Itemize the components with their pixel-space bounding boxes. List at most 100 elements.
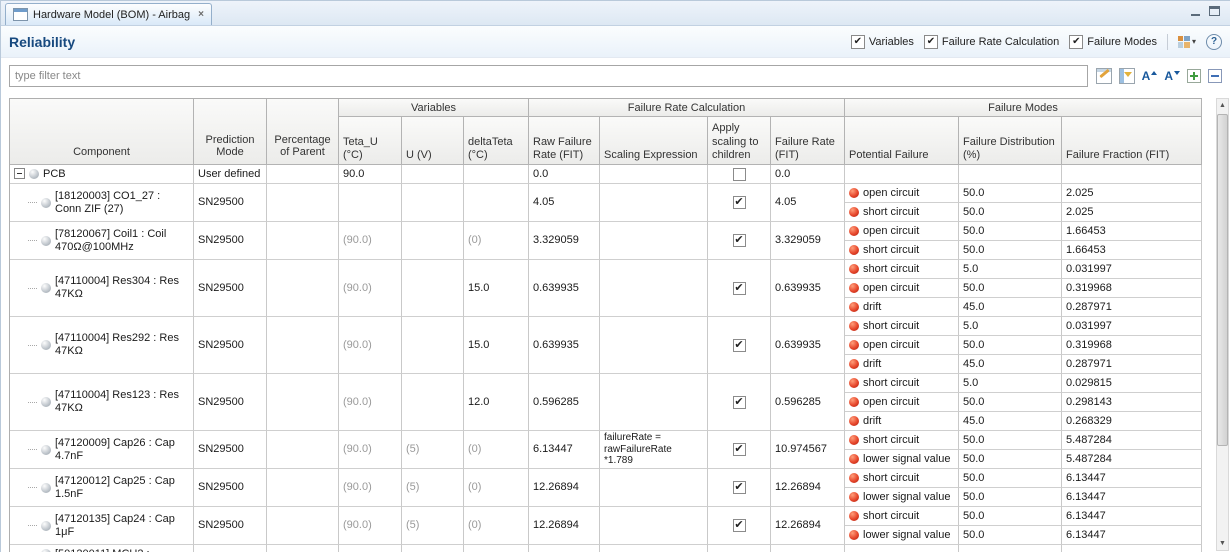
variables-checkbox[interactable]: ✔ — [851, 35, 865, 49]
failure-mode-row[interactable]: drift45.00.287971 — [845, 355, 1202, 374]
prediction-mode-cell[interactable]: User defined — [194, 165, 267, 184]
potential-failure-cell[interactable] — [845, 165, 959, 184]
toggle-failure-modes[interactable]: ✔ Failure Modes — [1069, 35, 1157, 49]
u-cell[interactable] — [402, 165, 464, 184]
component-cell[interactable]: [78120067] Coil1 : Coil 470Ω@100MHz — [10, 222, 194, 260]
failure-rate-cell[interactable]: 3.329059 — [771, 222, 845, 260]
failure-distribution-cell[interactable]: 50.0 — [959, 488, 1062, 507]
table-row[interactable]: [47120135] Cap24 : Cap 1μFSN29500 (90.0)(… — [10, 507, 1202, 545]
apply-scaling-cell[interactable]: ✔ — [708, 184, 771, 222]
failure-distribution-cell[interactable]: 50.0 — [959, 450, 1062, 469]
failure-fraction-cell[interactable]: 0.319968 — [1062, 336, 1202, 355]
apply-scaling-cell[interactable]: ✔ — [708, 507, 771, 545]
u-cell[interactable] — [402, 260, 464, 317]
raw-failure-rate-cell[interactable]: 12.26894 — [529, 507, 600, 545]
failure-distribution-cell[interactable]: 50.0 — [959, 279, 1062, 298]
table-row[interactable]: [47120012] Cap25 : Cap 1.5nFSN29500(90.0… — [10, 469, 1202, 507]
expand-all-icon[interactable] — [1187, 69, 1201, 83]
raw-failure-rate-cell[interactable]: 0.596285 — [529, 374, 600, 431]
failure-distribution-cell[interactable]: 50.0 — [959, 393, 1062, 412]
teta-u-cell[interactable]: (90.0) — [339, 507, 402, 545]
apply-scaling-checkbox[interactable]: ✔ — [733, 396, 746, 409]
failure-mode-row[interactable]: short circuit5.00.031997 — [845, 317, 1202, 336]
failure-fraction-cell[interactable]: 0.298143 — [1062, 393, 1202, 412]
column-header-component[interactable]: Component — [10, 99, 194, 165]
table-row[interactable]: [47110004] Res292 : Res 47KΩSN29500(90.0… — [10, 317, 1202, 374]
table-row[interactable]: [18120003] CO1_27 : Conn ZIF (27)SN29500… — [10, 184, 1202, 222]
help-icon[interactable]: ? — [1206, 34, 1222, 50]
apply-scaling-cell[interactable]: ✔ — [708, 374, 771, 431]
potential-failure-cell[interactable]: open circuit — [845, 184, 959, 203]
apply-scaling-cell[interactable]: ✔ — [708, 260, 771, 317]
failure-rate-calculation-checkbox[interactable]: ✔ — [924, 35, 938, 49]
table-row[interactable]: [47120009] Cap26 : Cap 4.7nFSN29500(90.0… — [10, 431, 1202, 469]
failure-distribution-cell[interactable]: 45.0 — [959, 298, 1062, 317]
toggle-failure-rate-calculation[interactable]: ✔ Failure Rate Calculation — [924, 35, 1059, 49]
apply-scaling-checkbox[interactable]: ✔ — [733, 443, 746, 456]
raw-failure-rate-cell[interactable]: 12.26894 — [529, 469, 600, 507]
failure-fraction-cell[interactable]: 6.13447 — [1062, 507, 1202, 526]
failure-mode-row[interactable]: open circuit50.02.025 — [845, 184, 1202, 203]
table-row[interactable]: [47110004] Res304 : Res 47KΩSN29500(90.0… — [10, 260, 1202, 317]
percentage-of-parent-cell[interactable] — [267, 545, 339, 552]
failure-distribution-cell[interactable]: 50.0 — [959, 222, 1062, 241]
prediction-mode-cell[interactable]: SN29500 — [194, 184, 267, 222]
raw-failure-rate-cell[interactable]: 0.0 — [529, 165, 600, 184]
teta-u-cell[interactable]: (90.0) — [339, 222, 402, 260]
toggle-variables[interactable]: ✔ Variables — [851, 35, 914, 49]
raw-failure-rate-cell[interactable]: 4.05 — [529, 184, 600, 222]
failure-distribution-cell[interactable]: 45.0 — [959, 355, 1062, 374]
apply-scaling-checkbox[interactable]: ✔ — [733, 282, 746, 295]
delta-teta-cell[interactable] — [464, 165, 529, 184]
failure-rate-cell[interactable] — [771, 545, 845, 552]
failure-rate-cell[interactable]: 0.596285 — [771, 374, 845, 431]
editor-tab[interactable]: Hardware Model (BOM) - Airbag × — [5, 3, 212, 25]
scaling-expression-cell[interactable] — [600, 469, 708, 507]
potential-failure-cell[interactable]: open circuit — [845, 393, 959, 412]
failure-fraction-cell[interactable] — [1062, 165, 1202, 184]
failure-mode-row[interactable]: lower signal value50.05.487284 — [845, 450, 1202, 469]
scaling-expression-cell[interactable] — [600, 545, 708, 552]
apply-scaling-cell[interactable] — [708, 545, 771, 552]
apply-scaling-cell[interactable] — [708, 165, 771, 184]
column-header-failure-fraction[interactable]: Failure Fraction (FIT) — [1062, 117, 1202, 165]
teta-u-cell[interactable] — [339, 184, 402, 222]
failure-distribution-cell[interactable]: 50.0 — [959, 469, 1062, 488]
failure-distribution-cell[interactable] — [959, 165, 1062, 184]
u-cell[interactable]: (5) — [402, 507, 464, 545]
failure-distribution-cell[interactable]: 5.0 — [959, 374, 1062, 393]
failure-distribution-cell[interactable]: 50.0 — [959, 526, 1062, 545]
column-header-scaling-expression[interactable]: Scaling Expression — [600, 117, 708, 165]
potential-failure-cell[interactable]: open circuit — [845, 222, 959, 241]
prediction-mode-cell[interactable]: SN29500 — [194, 507, 267, 545]
scaling-expression-cell[interactable] — [600, 507, 708, 545]
raw-failure-rate-cell[interactable]: 0.639935 — [529, 317, 600, 374]
raw-failure-rate-cell[interactable]: 0.639935 — [529, 260, 600, 317]
teta-u-cell[interactable]: (90.0) — [339, 317, 402, 374]
collapse-all-icon[interactable] — [1208, 69, 1222, 83]
failure-fraction-cell[interactable]: 5.487284 — [1062, 450, 1202, 469]
potential-failure-cell[interactable]: open circuit — [845, 279, 959, 298]
apply-scaling-checkbox[interactable]: ✔ — [733, 339, 746, 352]
apply-scaling-checkbox[interactable]: ✔ — [733, 234, 746, 247]
failure-mode-row[interactable]: open circuit50.00.319968 — [845, 336, 1202, 355]
tree-collapse-icon[interactable] — [14, 168, 25, 179]
delta-teta-cell[interactable]: 15.0 — [464, 260, 529, 317]
delta-teta-cell[interactable]: (0) — [464, 469, 529, 507]
configure-columns-icon[interactable] — [1119, 68, 1135, 84]
component-cell[interactable]: [47120135] Cap24 : Cap 1μF — [10, 507, 194, 545]
failure-distribution-cell[interactable]: 5.0 — [959, 260, 1062, 279]
failure-mode-row[interactable]: drift45.00.268329 — [845, 412, 1202, 431]
failure-mode-row[interactable]: open circuit50.00.298143 — [845, 393, 1202, 412]
table-row[interactable]: [50120011] MCU2 : — [10, 545, 1202, 552]
minimize-icon[interactable] — [1191, 7, 1200, 16]
failure-fraction-cell[interactable]: 6.13447 — [1062, 469, 1202, 488]
teta-u-cell[interactable] — [339, 545, 402, 552]
failure-fraction-cell[interactable]: 0.319968 — [1062, 279, 1202, 298]
failure-modes-checkbox[interactable]: ✔ — [1069, 35, 1083, 49]
column-header-raw-failure-rate[interactable]: Raw Failure Rate (FIT) — [529, 117, 600, 165]
failure-fraction-cell[interactable]: 0.029815 — [1062, 374, 1202, 393]
potential-failure-cell[interactable]: short circuit — [845, 260, 959, 279]
failure-fraction-cell[interactable]: 0.031997 — [1062, 317, 1202, 336]
component-cell[interactable]: [47110004] Res292 : Res 47KΩ — [10, 317, 194, 374]
